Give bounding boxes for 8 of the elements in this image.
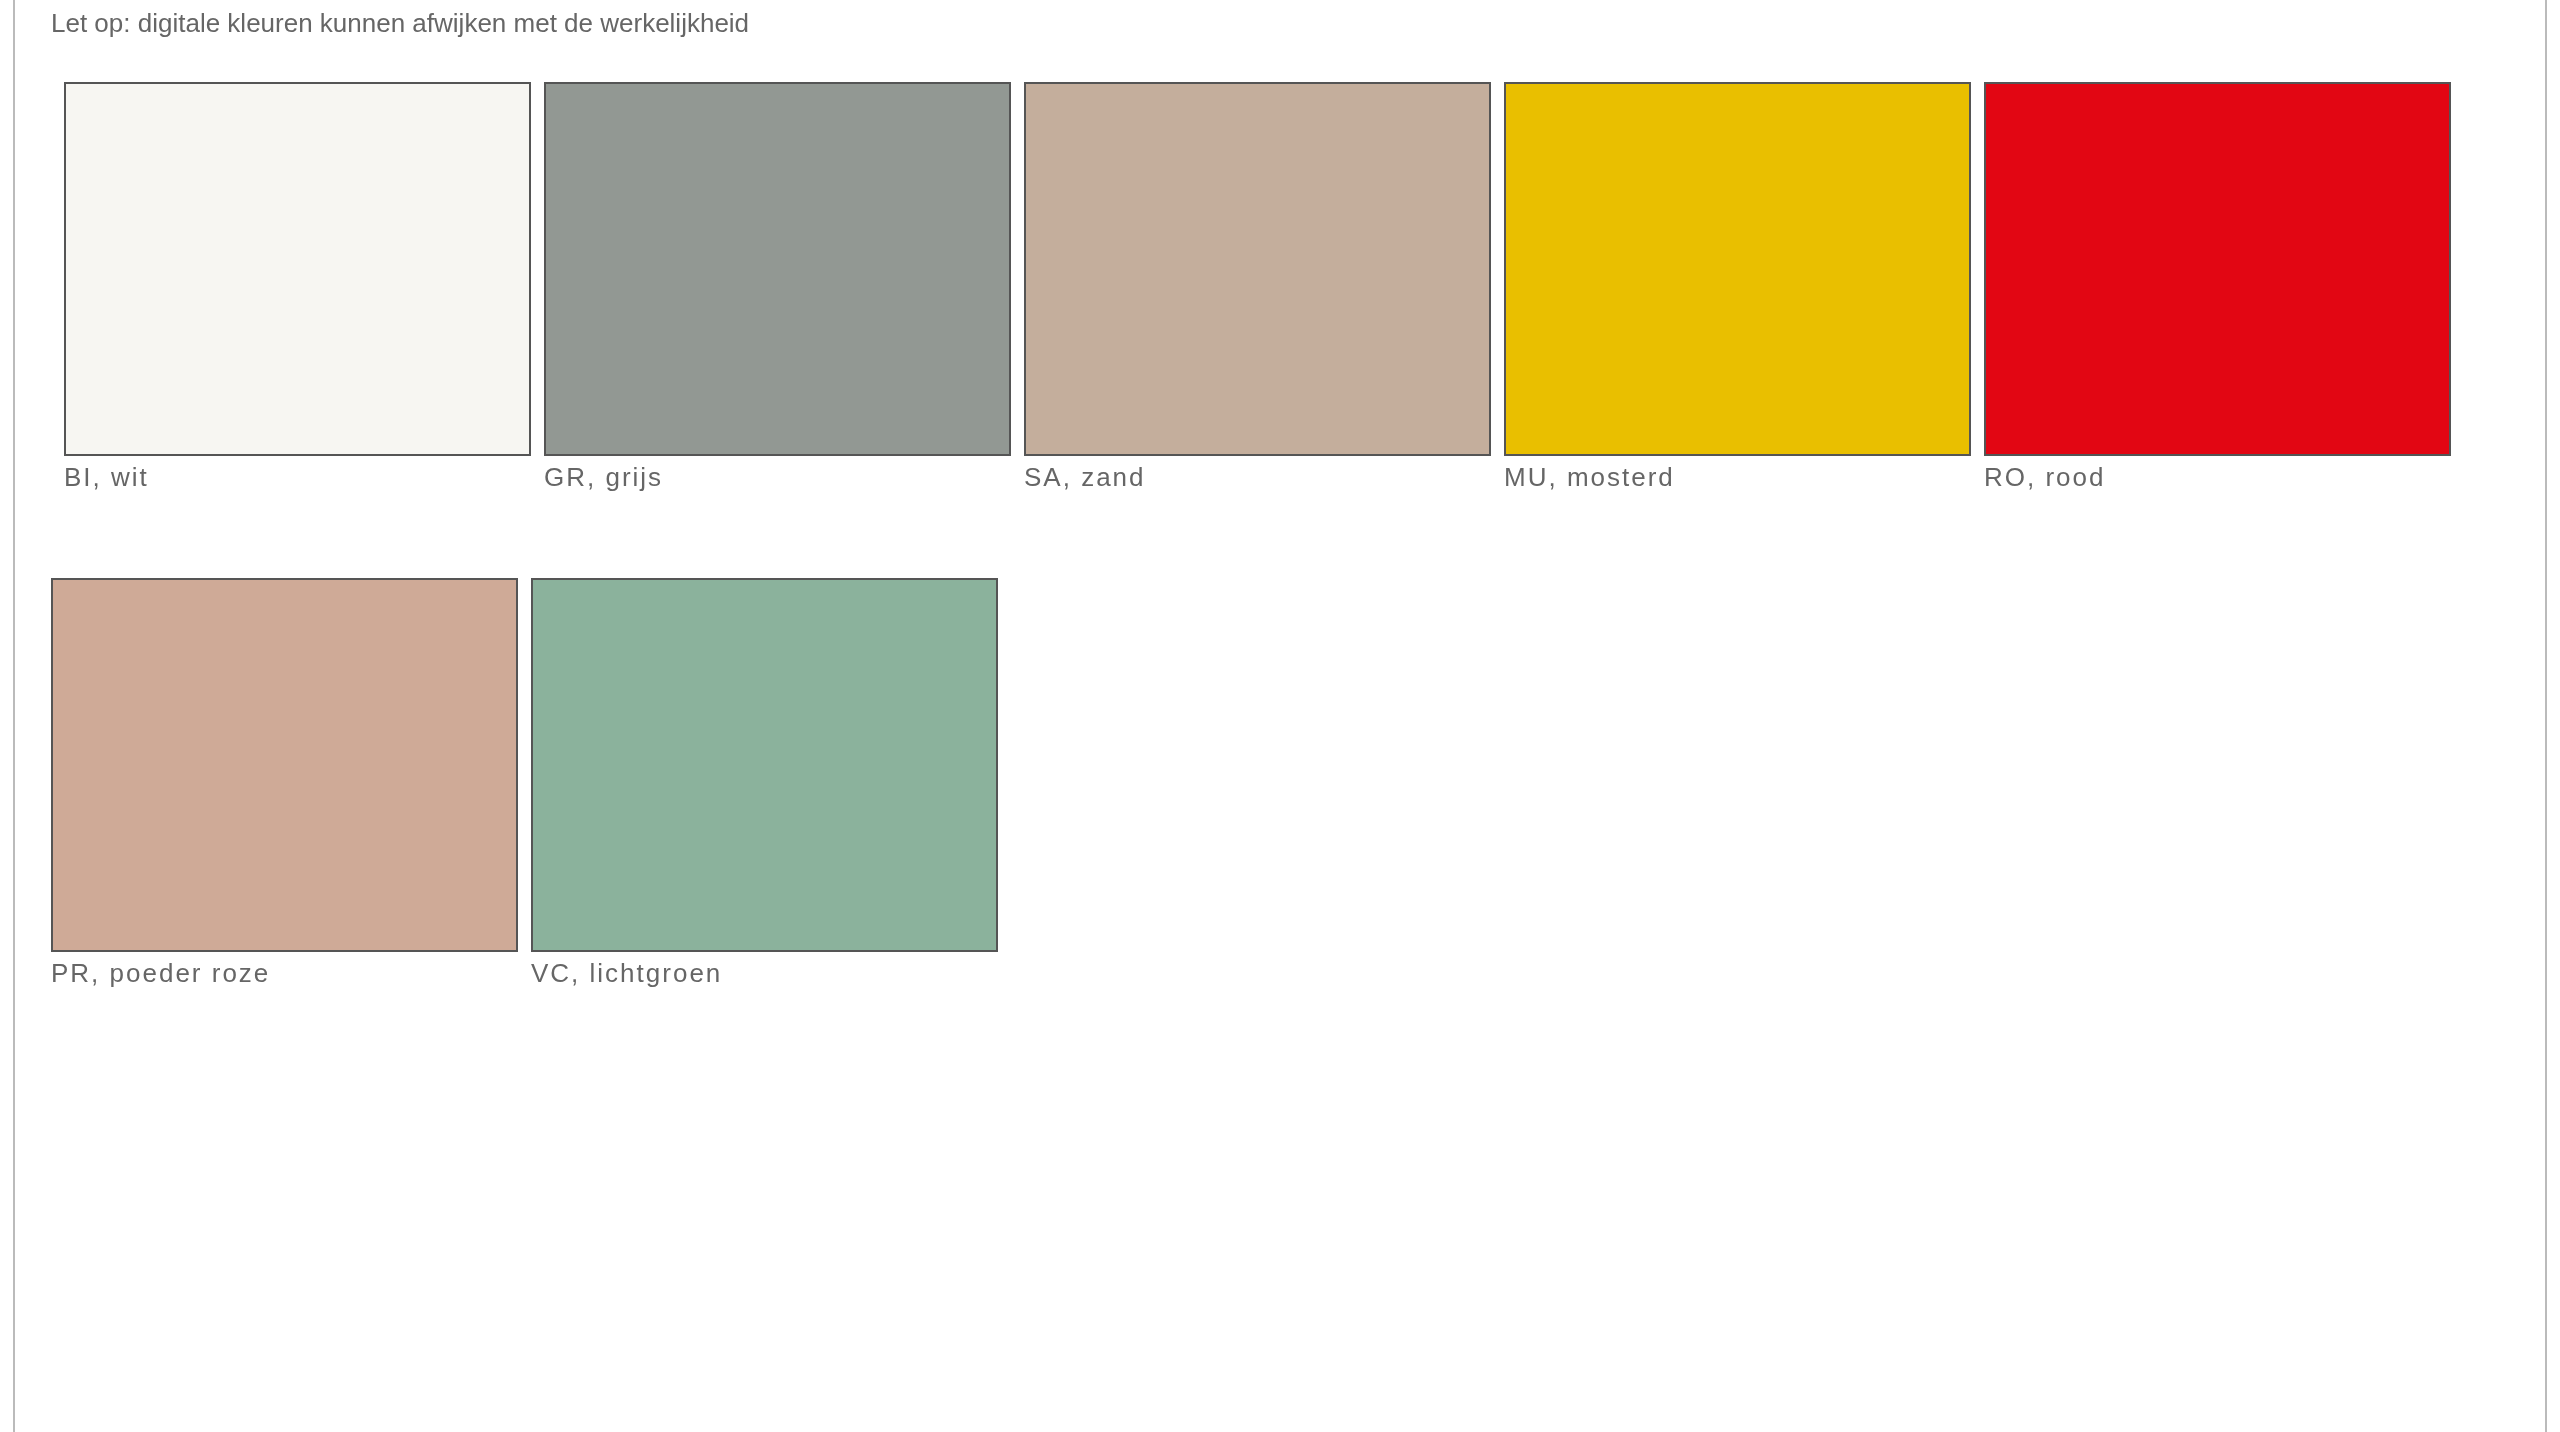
swatch-label: SA, zand bbox=[1024, 462, 1147, 492]
swatch-label: VC, lichtgroen bbox=[531, 958, 724, 988]
swatch-label: MU, mosterd bbox=[1504, 462, 1676, 492]
swatch-label: BI, wit bbox=[64, 462, 150, 492]
notice-text: Let op: digitale kleuren kunnen afwijken met de werkelijkheid bbox=[51, 7, 751, 36]
swatch-label: GR, grijs bbox=[544, 462, 665, 492]
swatch-label: RO, rood bbox=[1984, 462, 2107, 492]
swatch-label: PR, poeder roze bbox=[51, 958, 272, 988]
